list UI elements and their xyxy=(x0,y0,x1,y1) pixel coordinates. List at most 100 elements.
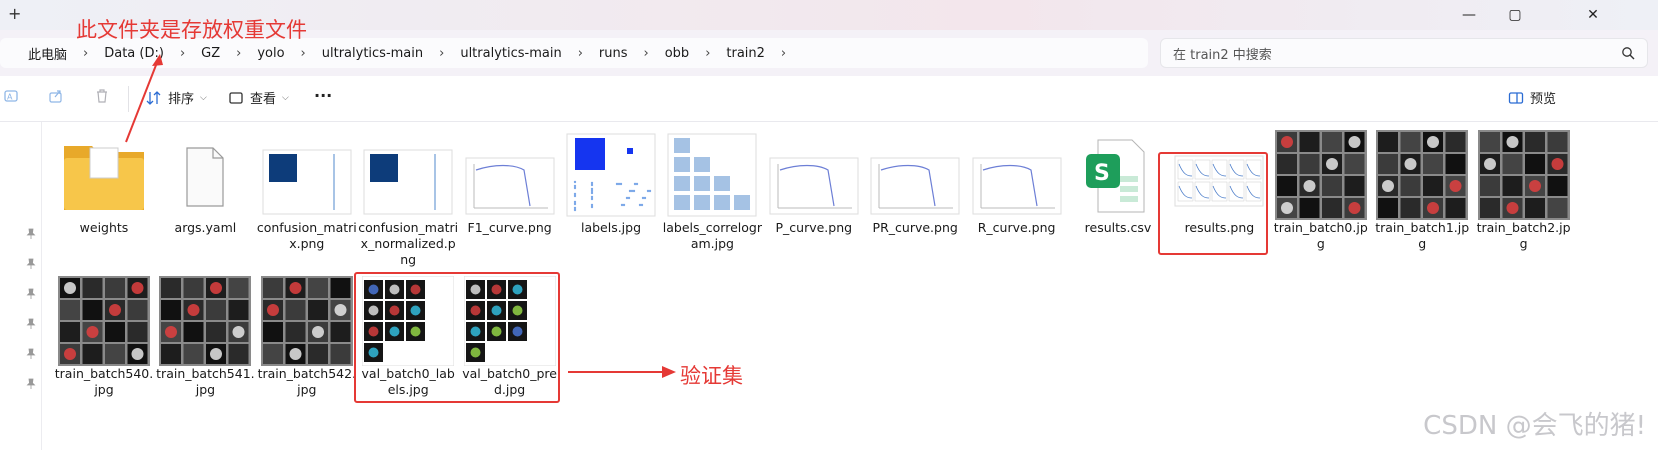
file-item[interactable]: labels_correlogram.jpg xyxy=(662,126,762,266)
chevron-right-icon[interactable]: › xyxy=(636,46,657,61)
new-tab-button[interactable]: + xyxy=(8,4,21,23)
breadcrumb-item[interactable]: 此电脑 › xyxy=(20,44,96,63)
annotation-arrow-right xyxy=(568,366,676,378)
chevron-down-icon: ⌵ xyxy=(200,92,207,103)
maximize-button[interactable]: ▢ xyxy=(1492,2,1538,28)
file-thumbnail xyxy=(1376,130,1469,220)
file-thumbnail xyxy=(565,130,657,220)
view-label: 查看 xyxy=(250,92,277,107)
file-thumbnail xyxy=(362,130,454,220)
file-name: args.yaml xyxy=(174,220,237,235)
breadcrumb-item[interactable]: train2 › xyxy=(718,46,794,61)
file-name: train_batch2.jpg xyxy=(1476,220,1571,251)
file-thumbnail xyxy=(869,130,961,220)
chevron-right-icon[interactable]: › xyxy=(75,46,96,61)
chevron-right-icon[interactable]: › xyxy=(172,46,193,61)
breadcrumb-label: ultralytics-main xyxy=(321,45,424,61)
share-icon[interactable] xyxy=(48,88,64,104)
pin-icon[interactable] xyxy=(26,318,36,330)
search-icon[interactable] xyxy=(1621,46,1635,60)
annotation-arrow-up xyxy=(125,54,163,143)
svg-text:A: A xyxy=(7,93,13,102)
breadcrumb-item[interactable]: GZ › xyxy=(193,46,249,61)
breadcrumb-label: train2 xyxy=(726,45,765,61)
pin-icon[interactable] xyxy=(26,348,36,360)
file-name: train_batch540.jpg xyxy=(54,366,154,397)
file-thumbnail xyxy=(1477,130,1570,220)
file-item[interactable]: train_batch541.jpg xyxy=(155,272,255,412)
pin-icon[interactable] xyxy=(26,378,36,390)
file-item[interactable]: Sresults.csv xyxy=(1068,126,1168,266)
file-item[interactable]: train_batch2.jpg xyxy=(1474,126,1574,266)
breadcrumb-label: 此电脑 xyxy=(28,47,68,63)
more-options-button[interactable]: ··· xyxy=(314,86,332,105)
file-item[interactable]: P_curve.png xyxy=(764,126,864,266)
file-item[interactable]: confusion_matrix_normalized.png xyxy=(358,126,458,267)
breadcrumb-label: obb xyxy=(664,45,690,61)
pin-icon[interactable] xyxy=(26,228,36,240)
breadcrumb-item[interactable]: obb › xyxy=(657,46,719,61)
file-thumbnail xyxy=(58,276,150,366)
pin-icon[interactable] xyxy=(26,288,36,300)
file-name: train_batch0.jpg xyxy=(1273,220,1368,251)
file-name: P_curve.png xyxy=(775,220,853,235)
chevron-right-icon[interactable]: › xyxy=(293,46,314,61)
file-name: labels_correlogram.jpg xyxy=(662,220,762,251)
command-bar: A 排序 ⌵ 查看 ⌵ ··· 预览 xyxy=(0,76,1658,122)
pin-icon[interactable] xyxy=(26,258,36,270)
breadcrumb-label: ultralytics-main xyxy=(460,45,562,61)
spreadsheet-icon: S xyxy=(1072,130,1164,220)
search-placeholder: 在 train2 中搜索 xyxy=(1173,47,1272,63)
file-item[interactable]: F1_curve.png xyxy=(460,126,560,266)
file-item[interactable]: train_batch0.jpg xyxy=(1271,126,1371,266)
breadcrumb-label: runs xyxy=(598,45,628,61)
annotation-val-note: 验证集 xyxy=(680,364,743,388)
file-item[interactable]: confusion_matrix.png xyxy=(257,126,357,266)
breadcrumb-item[interactable]: ultralytics-main › xyxy=(452,46,591,61)
file-name: labels.jpg xyxy=(580,220,642,235)
file-item[interactable]: PR_curve.png xyxy=(865,126,965,266)
file-name: train_batch542.jpg xyxy=(257,366,357,397)
chevron-right-icon[interactable]: › xyxy=(697,46,718,61)
search-input[interactable]: 在 train2 中搜索 xyxy=(1160,38,1648,68)
breadcrumb-label: yolo xyxy=(257,45,285,61)
file-item[interactable]: train_batch540.jpg xyxy=(54,272,154,412)
file-name: train_batch541.jpg xyxy=(156,366,255,397)
breadcrumb-item[interactable]: runs › xyxy=(591,46,657,61)
document-icon xyxy=(159,130,251,220)
file-thumbnail xyxy=(261,130,353,220)
file-thumbnail xyxy=(666,130,758,220)
preview-button[interactable]: 预览 xyxy=(1508,88,1556,107)
breadcrumb-item[interactable]: yolo › xyxy=(249,46,313,61)
annotation-weights-note: 此文件夹是存放权重文件 xyxy=(76,18,307,42)
chevron-right-icon[interactable]: › xyxy=(228,46,249,61)
file-thumbnail xyxy=(159,276,252,366)
file-thumbnail xyxy=(971,130,1063,220)
chevron-right-icon[interactable]: › xyxy=(570,46,591,61)
breadcrumb-item[interactable]: ultralytics-main › xyxy=(314,46,453,61)
navigation-pane[interactable] xyxy=(0,122,42,450)
file-item[interactable]: train_batch542.jpg xyxy=(257,272,357,412)
preview-label: 预览 xyxy=(1530,92,1557,107)
chevron-down-icon: ⌵ xyxy=(282,92,289,103)
rename-icon[interactable]: A xyxy=(4,88,20,104)
file-item[interactable]: args.yaml xyxy=(155,126,255,266)
file-item[interactable]: labels.jpg xyxy=(561,126,661,266)
minimize-button[interactable]: — xyxy=(1446,2,1492,28)
file-name: R_curve.png xyxy=(977,220,1056,235)
file-name: train_batch1.jpg xyxy=(1375,220,1470,251)
breadcrumb-label: GZ xyxy=(201,45,221,61)
preview-pane-icon xyxy=(1508,91,1524,104)
file-name: PR_curve.png xyxy=(872,220,958,235)
chevron-right-icon[interactable]: › xyxy=(773,46,794,61)
file-item[interactable]: train_batch1.jpg xyxy=(1372,126,1472,266)
close-button[interactable]: ✕ xyxy=(1570,2,1616,28)
chevron-right-icon[interactable]: › xyxy=(431,46,452,61)
file-name: F1_curve.png xyxy=(467,220,552,235)
delete-icon[interactable] xyxy=(94,88,110,104)
file-thumbnail xyxy=(1274,130,1367,220)
file-item[interactable]: R_curve.png xyxy=(967,126,1067,266)
view-button[interactable]: 查看 ⌵ xyxy=(228,88,289,107)
file-thumbnail xyxy=(768,130,860,220)
sort-label: 排序 xyxy=(168,92,195,107)
